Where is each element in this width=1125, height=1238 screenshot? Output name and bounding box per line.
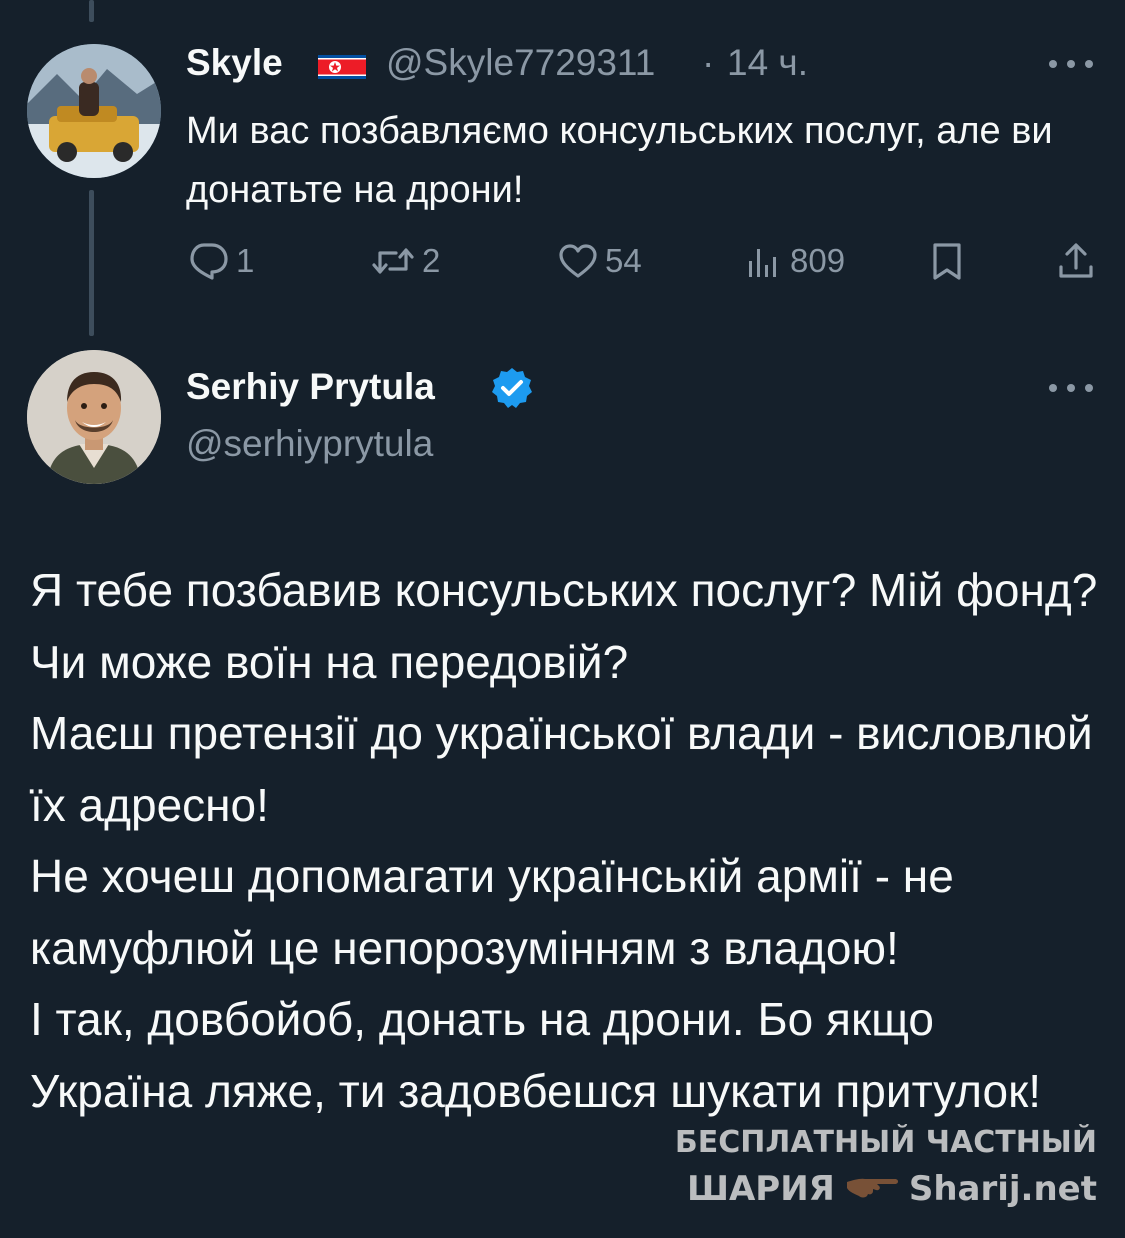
reply-more-button[interactable]: [1049, 52, 1093, 76]
pointing-hand-icon: [843, 1166, 901, 1212]
views-button[interactable]: 809: [744, 236, 845, 286]
dot-icon: [1067, 384, 1075, 392]
thread-line-top: [89, 0, 94, 22]
reply-text: Ми вас позбавляємо консульських послуг, …: [186, 110, 1053, 211]
watermark: БЕСПЛАТНЫЙ ЧАСТНЫЙ ШАРИЯ Sharij.net: [675, 1120, 1097, 1212]
watermark-line-2: ШАРИЯ Sharij.net: [675, 1166, 1097, 1212]
main-tweet-paragraph: Я тебе позбавив консульських послуг? Мій…: [30, 564, 1098, 688]
repost-count: 2: [422, 242, 441, 279]
reply-action-bar: 1 2 54 809: [186, 236, 1096, 286]
share-button[interactable]: [1056, 236, 1096, 286]
reply-display-name[interactable]: Skyle: [186, 42, 283, 84]
dot-icon: [1067, 60, 1075, 68]
like-button[interactable]: 54: [557, 236, 642, 286]
north-korea-flag-icon: [318, 55, 366, 79]
heart-icon: [557, 241, 599, 281]
dot-icon: [1085, 384, 1093, 392]
main-tweet-paragraph: Не хочеш допомагати українській армії - …: [30, 850, 954, 974]
reply-count: 1: [236, 242, 255, 279]
watermark-name: ШАРИЯ: [686, 1169, 835, 1209]
bookmark-button[interactable]: [930, 236, 964, 286]
verified-badge-icon: [490, 366, 534, 410]
main-more-button[interactable]: [1049, 376, 1093, 400]
thread-line-connector: [89, 190, 94, 336]
share-icon: [1056, 241, 1096, 281]
bookmark-icon: [930, 241, 964, 281]
comment-icon: [186, 241, 230, 281]
repost-icon: [370, 241, 416, 281]
main-tweet-paragraph: І так, довбойоб, донать на дрони. Бо якщ…: [30, 993, 1041, 1117]
views-count: 809: [790, 242, 846, 279]
main-tweet-paragraph: Маєш претензії до української влади - ви…: [30, 707, 1093, 831]
repost-button[interactable]: 2: [370, 236, 440, 286]
watermark-line-1: БЕСПЛАТНЫЙ ЧАСТНЫЙ: [674, 1125, 1097, 1160]
dot-icon: [1049, 384, 1057, 392]
dot-icon: [1085, 60, 1093, 68]
reply-time[interactable]: 14 ч.: [727, 42, 808, 84]
like-count: 54: [605, 242, 642, 279]
reply-button[interactable]: 1: [186, 236, 254, 286]
dot-icon: [1049, 60, 1057, 68]
reply-handle[interactable]: @Skyle7729311: [386, 42, 655, 84]
bar-chart-icon: [744, 241, 784, 281]
main-tweet-text: Я тебе позбавив консульських послуг? Мій…: [30, 555, 1100, 1127]
watermark-site: Sharij.net: [908, 1169, 1097, 1209]
main-handle[interactable]: @serhiyprytula: [186, 423, 433, 465]
reply-separator: ·: [702, 42, 715, 83]
avatar-skyle[interactable]: [27, 44, 161, 178]
avatar-serhiy-prytula[interactable]: [27, 350, 161, 484]
main-display-name[interactable]: Serhiy Prytula: [186, 366, 435, 408]
